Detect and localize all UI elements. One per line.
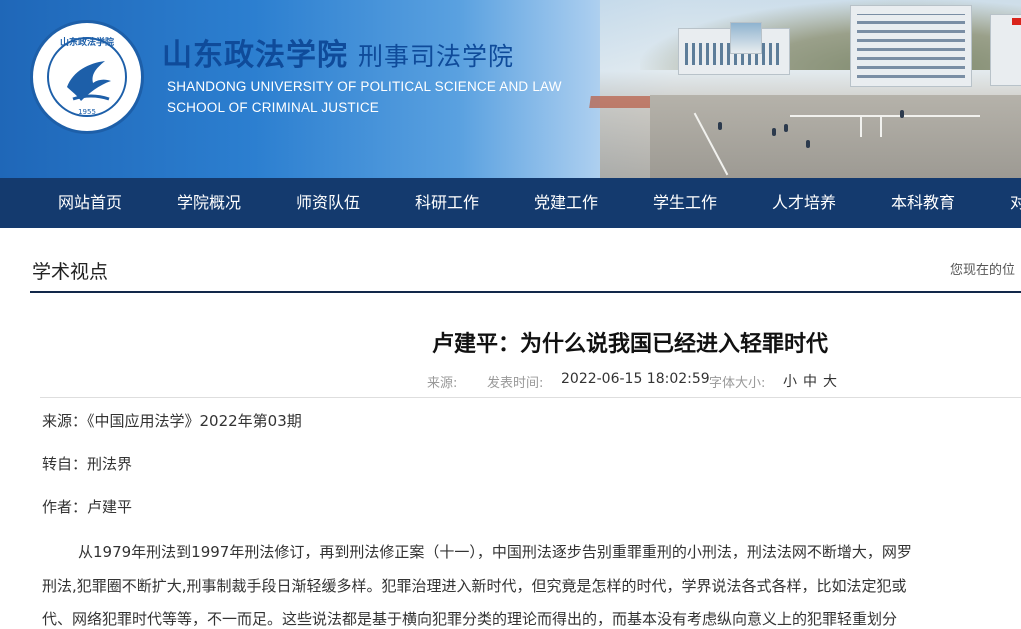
nav-item-research[interactable]: 科研工作 <box>415 178 479 228</box>
article-repost-line: 转自：刑法界 <box>42 455 133 473</box>
school-emblem-icon: 1955 山东政法学院 <box>60 36 114 116</box>
breadcrumb: 您现在的位 <box>950 263 1016 278</box>
article-body-line: 从1979年刑法到1997年刑法修订，再到刑法修正案（十一），中国刑法逐步告别重… <box>78 543 912 561</box>
site-title: 山东政法学院 刑事司法学院 <box>162 30 514 74</box>
school-logo[interactable]: 1955 山东政法学院 <box>30 20 144 134</box>
field-line <box>790 115 980 117</box>
player-figure <box>784 124 788 132</box>
meta-source-label: 来源: <box>427 376 458 391</box>
svg-text:1955: 1955 <box>78 108 96 116</box>
dept-name-en: SCHOOL OF CRIMINAL JUSTICE <box>167 100 379 115</box>
school-name-cn: 山东政法学院 <box>162 38 348 73</box>
nav-item-party[interactable]: 党建工作 <box>534 178 598 228</box>
meta-font-label: 字体大小: <box>709 376 766 391</box>
nav-item-overview[interactable]: 学院概况 <box>177 178 241 228</box>
font-size-large[interactable]: 大 <box>823 371 837 391</box>
meta-divider <box>40 397 1021 398</box>
school-name-en: SHANDONG UNIVERSITY OF POLITICAL SCIENCE… <box>167 79 562 94</box>
nav-item-more[interactable]: 对 <box>1010 178 1021 228</box>
dept-name-cn: 刑事司法学院 <box>358 42 515 71</box>
campus-building-tall <box>850 5 972 87</box>
nav-item-faculty[interactable]: 师资队伍 <box>296 178 360 228</box>
font-size-small[interactable]: 小 <box>783 371 797 391</box>
svg-text:山东政法学院: 山东政法学院 <box>60 36 114 48</box>
player-figure <box>772 128 776 136</box>
meta-date-label: 发表时间: <box>487 376 544 391</box>
goal-post <box>880 117 882 137</box>
section-title: 学术视点 <box>32 261 109 283</box>
player-figure <box>900 110 904 118</box>
article-body-line: 刑法,犯罪圈不断扩大,刑事制裁手段日渐轻缓多样。犯罪治理进入新时代，但究竟是怎样… <box>42 577 907 595</box>
field-line <box>693 112 729 176</box>
flag-icon <box>1012 18 1021 25</box>
section-divider <box>30 291 1021 293</box>
campus-building-tower <box>730 22 762 54</box>
nav-item-undergrad[interactable]: 本科教育 <box>891 178 955 228</box>
main-nav: 网站首页 学院概况 师资队伍 科研工作 党建工作 学生工作 人才培养 本科教育 … <box>0 178 1021 228</box>
building-windows <box>857 14 965 78</box>
nav-item-home[interactable]: 网站首页 <box>58 178 122 228</box>
goal-post <box>860 117 862 137</box>
campus-field <box>650 95 1021 178</box>
nav-item-talent[interactable]: 人才培养 <box>772 178 836 228</box>
meta-date-value: 2022-06-15 18:02:59 <box>561 371 710 387</box>
article-source-line: 来源：《中国应用法学》2022年第03期 <box>42 412 302 430</box>
player-figure <box>806 140 810 148</box>
player-figure <box>718 122 722 130</box>
header-banner: 1955 山东政法学院 山东政法学院 刑事司法学院 SHANDONG UNIVER… <box>0 0 1021 178</box>
font-size-medium[interactable]: 中 <box>803 371 817 391</box>
nav-item-students[interactable]: 学生工作 <box>653 178 717 228</box>
article-author-line: 作者：卢建平 <box>42 498 133 516</box>
article-title: 卢建平：为什么说我国已经进入轻罪时代 <box>431 332 828 357</box>
